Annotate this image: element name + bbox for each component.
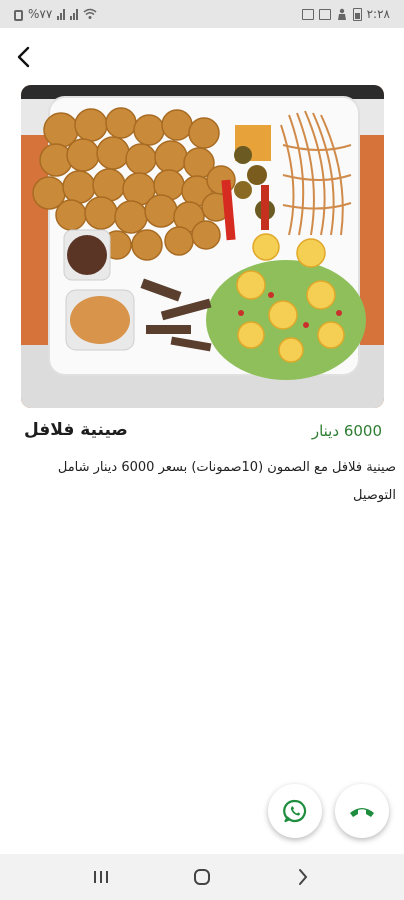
item-price: 6000 دينار — [312, 422, 382, 440]
back-button[interactable] — [10, 44, 36, 70]
price-value: 6000 — [343, 422, 382, 440]
image-icon — [301, 8, 314, 20]
chevron-left-icon — [17, 46, 30, 68]
signal-icon — [57, 8, 66, 20]
status-time: ٢:٢٨ — [366, 7, 390, 21]
wifi-icon — [83, 8, 97, 19]
item-title: صينية فلافل — [24, 420, 128, 440]
whatsapp-icon — [283, 799, 307, 823]
battery-icon — [352, 7, 362, 21]
system-nav-bar — [0, 854, 404, 900]
gallery-icon — [318, 8, 331, 20]
price-currency: دينار — [311, 422, 340, 440]
status-right: ٢:٢٨ — [301, 7, 390, 21]
system-back-button[interactable] — [283, 857, 323, 897]
status-bar: %٧٧ ٢:٢٨ — [0, 0, 404, 28]
person-icon — [337, 8, 346, 20]
battery-percent: %٧٧ — [28, 7, 53, 21]
phone-icon — [350, 808, 374, 817]
back-chevron-icon — [299, 869, 308, 885]
home-icon — [193, 869, 210, 885]
whatsapp-button[interactable] — [268, 784, 322, 838]
item-title-row: صينية فلافل 6000 دينار — [22, 420, 384, 444]
status-left: %٧٧ — [14, 7, 97, 21]
home-button[interactable] — [182, 857, 222, 897]
recents-icon — [93, 871, 108, 883]
signal-icon-2 — [70, 8, 79, 20]
falafel-platter-illustration — [21, 85, 384, 408]
call-button[interactable] — [335, 784, 389, 838]
lock-icon — [14, 9, 23, 21]
item-description: صينية فلافل مع الصمون (10صمونات) بسعر 60… — [57, 460, 396, 503]
recents-button[interactable] — [81, 857, 121, 897]
item-image — [21, 85, 384, 408]
